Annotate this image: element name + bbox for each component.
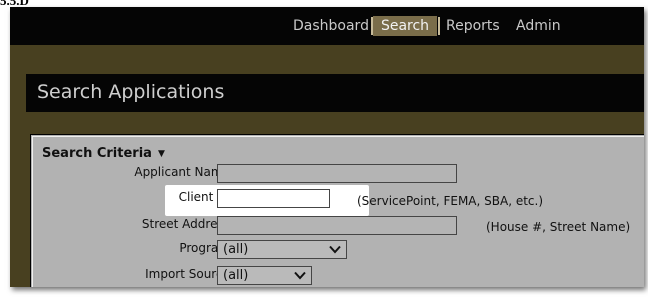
import-source-select[interactable]: (all)	[217, 266, 312, 285]
top-nav: Dashboard Search Reports Admin	[10, 7, 644, 45]
client-id-input[interactable]	[217, 189, 330, 208]
nav-search-active[interactable]: Search	[373, 16, 437, 36]
page-title-bar: Search Applications	[26, 74, 644, 112]
search-criteria-toggle[interactable]: Search Criteria ▼	[42, 146, 165, 161]
import-source-selected-value: (all)	[223, 268, 249, 283]
client-id-label: Client ID:	[178, 190, 234, 204]
caret-down-icon: ▼	[157, 149, 165, 159]
nav-reports[interactable]: Reports	[446, 16, 500, 36]
program-select[interactable]: (all)	[217, 240, 347, 259]
applicant-name-label: Applicant Name:	[134, 165, 234, 179]
search-criteria-title: Search Criteria	[42, 146, 152, 161]
nav-admin[interactable]: Admin	[516, 16, 561, 36]
applicant-name-input[interactable]	[217, 164, 457, 183]
street-address-hint: (House #, Street Name)	[486, 220, 631, 234]
nav-separator	[438, 17, 440, 35]
client-id-hint: (ServicePoint, FEMA, SBA, etc.)	[357, 194, 543, 208]
program-selected-value: (all)	[223, 242, 249, 257]
street-address-label: Street Address:	[141, 217, 234, 231]
app-window: Dashboard Search Reports Admin Search Ap…	[10, 7, 644, 287]
page-title: Search Applications	[37, 81, 225, 103]
nav-dashboard[interactable]: Dashboard	[293, 16, 369, 36]
street-address-input[interactable]	[217, 216, 457, 235]
program-label: Program:	[179, 241, 234, 255]
import-source-label: Import Source:	[145, 267, 234, 281]
nav-search: Search	[380, 18, 430, 34]
chevron-down-icon	[294, 271, 306, 280]
chevron-down-icon	[329, 245, 341, 254]
